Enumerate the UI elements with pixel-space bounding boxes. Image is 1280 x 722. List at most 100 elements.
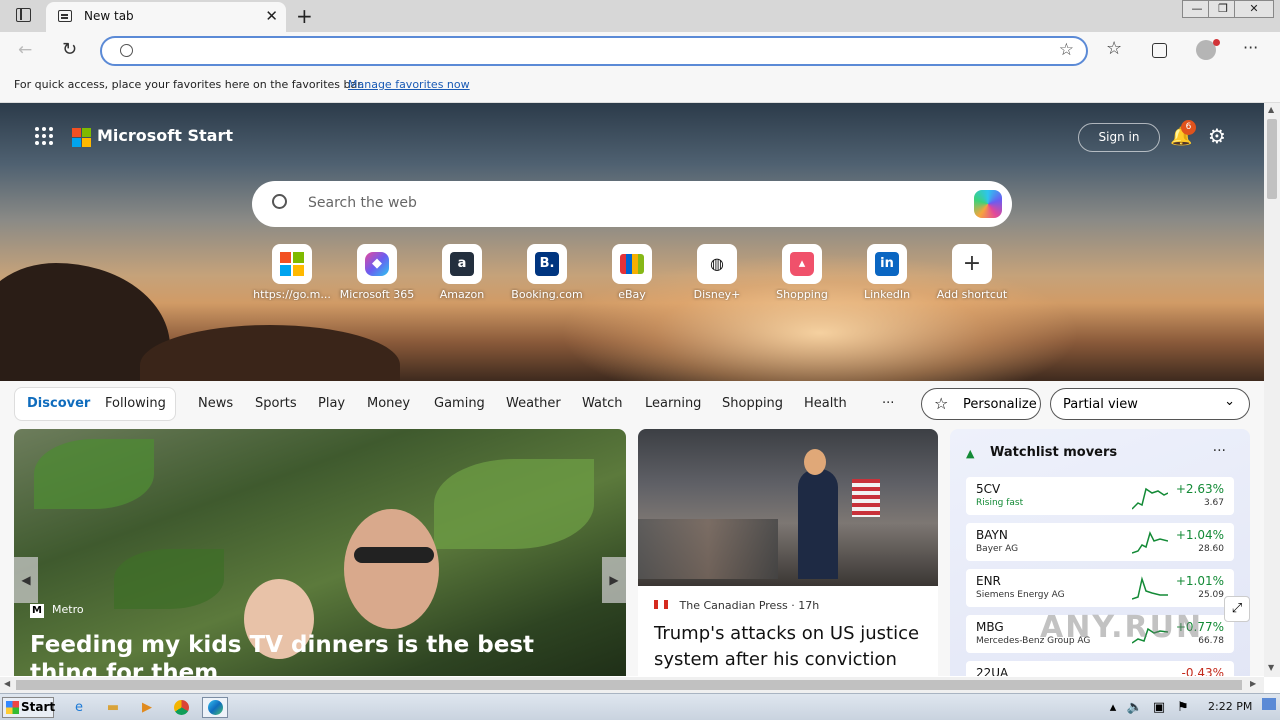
address-bar[interactable]: ☆ — [100, 36, 1088, 66]
brand-name: Microsoft Start — [97, 126, 233, 145]
plus-icon: + — [952, 244, 992, 284]
stock-price: 3.67 — [1203, 498, 1224, 508]
action-center-flag-icon[interactable]: ⚑ — [1174, 697, 1192, 718]
featured-article-card[interactable]: ◀ ▶ M Metro Feeding my kids TV dinners is… — [14, 429, 626, 676]
article-headline[interactable]: Trump's attacks on US justice system aft… — [654, 621, 926, 673]
foliage-image — [34, 439, 154, 509]
trend-up-icon: ▲ — [966, 447, 975, 460]
nav-learning[interactable]: Learning — [645, 396, 701, 411]
nav-sports[interactable]: Sports — [255, 396, 297, 411]
scroll-right-arrow-icon[interactable]: ▶ — [1250, 679, 1256, 688]
vertical-scrollbar[interactable]: ▲ ▼ — [1264, 103, 1280, 677]
more-options-icon[interactable]: ··· — [1243, 38, 1258, 57]
article-photo-person — [344, 509, 439, 629]
shortcut-amazon[interactable]: a Amazon — [419, 244, 505, 301]
sign-in-button[interactable]: Sign in — [1078, 123, 1160, 152]
shortcut-ebay[interactable]: eBay — [589, 244, 675, 301]
stock-symbol: BAYN — [976, 528, 1008, 542]
shortcut-microsoft-365[interactable]: ◆ Microsoft 365 — [334, 244, 420, 301]
disney-icon: ◍ — [697, 244, 737, 284]
collections-icon[interactable] — [1152, 43, 1167, 58]
nav-money[interactable]: Money — [367, 396, 410, 411]
shortcut-add[interactable]: + Add shortcut — [929, 244, 1015, 301]
internet-explorer-icon[interactable]: e — [66, 697, 92, 718]
network-icon[interactable]: ▣ — [1150, 697, 1168, 718]
shortcut-booking[interactable]: B. Booking.com — [504, 244, 590, 301]
nav-weather[interactable]: Weather — [506, 396, 561, 411]
stock-row[interactable]: BAYN Bayer AG +1.04% 28.60 — [966, 523, 1234, 561]
web-search-box[interactable]: Search the web — [252, 181, 1012, 227]
carousel-prev-button[interactable]: ◀ — [14, 557, 38, 603]
show-hidden-icons[interactable]: ▴ — [1106, 697, 1120, 718]
shortcut-go-microsoft[interactable]: https://go.m... — [249, 244, 335, 301]
chrome-icon[interactable] — [168, 697, 194, 718]
address-input[interactable] — [148, 42, 1028, 60]
add-favorite-icon[interactable]: ☆ — [1059, 40, 1074, 60]
settings-gear-icon[interactable]: ⚙ — [1208, 124, 1226, 148]
news-article-card[interactable]: The Canadian Press · 17h Trump's attacks… — [638, 429, 938, 676]
tab-actions-icon[interactable] — [16, 8, 31, 22]
stock-change: +1.01% — [1175, 574, 1224, 588]
search-icon — [272, 194, 287, 209]
manage-favorites-link[interactable]: Manage favorites now — [348, 78, 470, 91]
stock-change: +1.04% — [1175, 528, 1224, 542]
carousel-next-button[interactable]: ▶ — [602, 557, 626, 603]
stock-price: 25.09 — [1198, 590, 1224, 600]
favorites-bar-text: For quick access, place your favorites h… — [14, 78, 365, 91]
shortcut-label: LinkedIn — [863, 288, 911, 301]
vertical-scroll-thumb[interactable] — [1267, 119, 1277, 199]
nav-watch[interactable]: Watch — [582, 396, 622, 411]
stock-row[interactable]: 5CV Rising fast +2.63% 3.67 — [966, 477, 1234, 515]
speaker-icon[interactable]: 🔈 — [1126, 697, 1144, 718]
new-tab-button[interactable]: + — [296, 4, 313, 28]
shortcut-shopping[interactable]: ▴ Shopping — [759, 244, 845, 301]
microsoft-logo-icon — [272, 244, 312, 284]
shortcut-disney[interactable]: ◍ Disney+ — [674, 244, 760, 301]
feed-mode-switch: Discover Following — [14, 387, 176, 421]
edge-icon[interactable] — [202, 697, 228, 718]
nav-more-button[interactable]: ··· — [882, 396, 894, 411]
nav-shopping[interactable]: Shopping — [722, 396, 783, 411]
scroll-left-arrow-icon[interactable]: ◀ — [4, 679, 10, 688]
notifications-bell-icon[interactable]: 🔔 6 — [1170, 120, 1196, 150]
person-head — [804, 449, 826, 475]
nav-play[interactable]: Play — [318, 396, 345, 411]
back-icon[interactable]: ← — [18, 40, 32, 60]
tab-discover[interactable]: Discover — [27, 396, 90, 411]
profile-avatar[interactable] — [1196, 39, 1220, 60]
flag-image — [852, 479, 880, 517]
browser-tab[interactable]: New tab ✕ — [46, 2, 286, 32]
close-tab-icon[interactable]: ✕ — [265, 7, 278, 25]
stock-sparkline — [1132, 530, 1168, 554]
copilot-icon[interactable] — [974, 190, 1002, 218]
hero-rock-mid — [140, 325, 400, 381]
close-window-button[interactable]: ✕ — [1234, 0, 1274, 18]
windows-logo-icon — [6, 701, 19, 714]
horizontal-scroll-thumb[interactable] — [16, 680, 1242, 690]
show-desktop-button[interactable] — [1262, 698, 1276, 710]
stock-row[interactable]: ENR Siemens Energy AG +1.01% 25.09 — [966, 569, 1234, 607]
tab-following[interactable]: Following — [105, 396, 166, 411]
shortcut-label: Microsoft 365 — [339, 288, 415, 301]
stock-row[interactable]: 22UA -0.43% — [966, 661, 1234, 676]
shortcut-linkedin[interactable]: in LinkedIn — [844, 244, 930, 301]
nav-gaming[interactable]: Gaming — [434, 396, 485, 411]
scroll-up-arrow-icon[interactable]: ▲ — [1268, 105, 1274, 114]
expand-icon[interactable]: ⤢ — [1224, 596, 1250, 622]
article-headline[interactable]: Feeding my kids TV dinners is the best t… — [30, 631, 590, 676]
nav-news[interactable]: News — [198, 396, 233, 411]
view-mode-select[interactable]: Partial view ⌄ — [1050, 388, 1250, 420]
file-explorer-icon[interactable]: ▬ — [100, 697, 126, 718]
nav-health[interactable]: Health — [804, 396, 847, 411]
browser-title-bar: New tab ✕ + — ❐ ✕ — [0, 0, 1280, 32]
media-player-icon[interactable]: ▶ — [134, 697, 160, 718]
horizontal-scrollbar[interactable]: ◀ ▶ — [0, 677, 1264, 693]
favorites-icon[interactable]: ☆ — [1106, 38, 1122, 59]
start-button[interactable]: Start — [2, 697, 55, 718]
scroll-down-arrow-icon[interactable]: ▼ — [1268, 663, 1274, 672]
refresh-icon[interactable]: ↻ — [62, 39, 77, 60]
personalize-button[interactable]: ☆ Personalize — [921, 388, 1041, 420]
apps-grid-icon[interactable] — [35, 127, 53, 145]
feed-navigation: Discover Following News Sports Play Mone… — [0, 381, 1264, 429]
watchlist-more-icon[interactable]: ··· — [1213, 443, 1226, 459]
